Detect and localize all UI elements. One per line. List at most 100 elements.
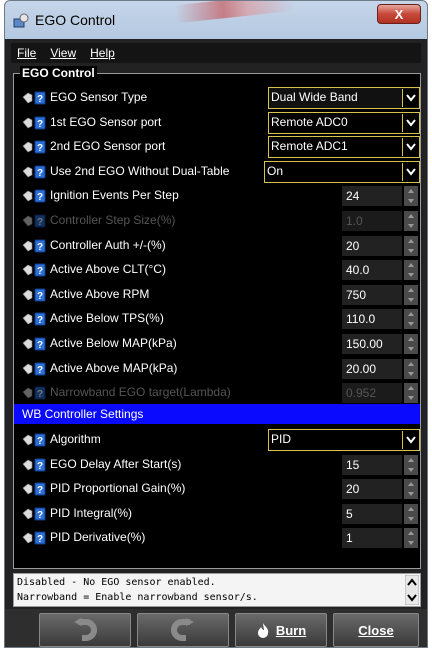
redo-button[interactable] (137, 613, 229, 647)
use-2nd-ego-without-dual-table-select[interactable]: On (264, 160, 420, 183)
setting-row-ignition-events-per-step: ? Ignition Events Per Step 24 (18, 184, 418, 208)
row-info-icons[interactable]: ? (22, 337, 46, 351)
pid-proportional-gain-spinner[interactable]: 20 (342, 479, 420, 500)
svg-text:?: ? (37, 94, 43, 105)
chevron-down-icon[interactable] (402, 431, 418, 449)
chevron-down-icon[interactable] (402, 162, 418, 181)
setting-label: Algorithm (50, 432, 101, 446)
chevron-down-icon[interactable] (402, 138, 418, 157)
row-info-icons[interactable]: ? (22, 458, 46, 472)
svg-text:?: ? (37, 168, 43, 179)
row-info-icons[interactable]: ? (22, 189, 46, 203)
ego-sensor-type-select[interactable]: Dual Wide Band (268, 87, 420, 109)
ignition-events-per-step-spinner[interactable]: 24 (342, 186, 420, 207)
row-info-icons[interactable]: ? (22, 507, 46, 521)
row-info-icons[interactable]: ? (22, 531, 46, 545)
controller-step-size-spinner[interactable]: 1.0 (342, 211, 420, 231)
spinner-value[interactable]: 15 (342, 454, 402, 475)
menu-file[interactable]: File (17, 46, 36, 60)
spinner-arrows-icon[interactable] (404, 284, 418, 305)
spinner-value[interactable]: 40.0 (342, 260, 402, 281)
setting-label: Use 2nd EGO Without Dual-Table (50, 163, 230, 178)
spinner-arrows-icon[interactable] (404, 334, 418, 354)
spinner-value[interactable]: 110.0 (342, 309, 402, 330)
spinner-value[interactable]: 150.00 (342, 334, 402, 354)
row-info-icons[interactable]: ? (22, 386, 46, 400)
setting-label: EGO Sensor Type (50, 90, 148, 104)
active-below-map-kpa-spinner[interactable]: 150.00 (342, 334, 420, 354)
row-info-icons[interactable]: ? (22, 140, 46, 154)
row-info-icons[interactable]: ? (22, 482, 46, 496)
menu-help[interactable]: Help (90, 46, 115, 60)
spinner-arrows-icon[interactable] (404, 309, 418, 330)
close-button[interactable]: Close (333, 613, 419, 647)
row-info-icons[interactable]: ? (22, 312, 46, 326)
row-info-icons[interactable]: ? (22, 288, 46, 302)
spinner-arrows-icon[interactable] (404, 503, 418, 524)
row-info-icons[interactable]: ? (22, 239, 46, 253)
pid-integral-spinner[interactable]: 5 (342, 503, 420, 524)
row-info-icons[interactable]: ? (22, 433, 46, 447)
setting-row-active-below-map-kpa: ? Active Below MAP(kPa) 150.00 (18, 332, 418, 356)
spinner-value[interactable]: 5 (342, 503, 402, 524)
algorithm-select[interactable]: PID (268, 429, 420, 451)
spinner-arrows-icon[interactable] (404, 358, 418, 379)
svg-text:?: ? (37, 436, 43, 447)
select-value: Dual Wide Band (271, 90, 358, 104)
svg-text:?: ? (37, 365, 43, 376)
spinner-value[interactable]: 20 (342, 235, 402, 256)
spinner-value[interactable]: 20 (342, 479, 402, 500)
status-scrollbar[interactable] (405, 575, 419, 605)
active-above-clt-c-spinner[interactable]: 40.0 (342, 260, 420, 281)
chevron-down-icon[interactable] (402, 113, 418, 132)
row-info-icons[interactable]: ? (22, 91, 46, 105)
ego-delay-after-start-s-spinner[interactable]: 15 (342, 454, 420, 475)
2nd-ego-sensor-port-select[interactable]: Remote ADC1 (268, 136, 420, 159)
window-close-button[interactable]: X (377, 4, 421, 24)
spinner-value[interactable]: 1.0 (342, 211, 402, 231)
setting-row-ego-sensor-type: ? EGO Sensor Type Dual Wide Band (18, 86, 420, 110)
select-value: Remote ADC1 (271, 139, 348, 154)
row-info-icons[interactable]: ? (22, 263, 46, 277)
row-info-icons[interactable]: ? (22, 165, 46, 179)
spinner-arrows-icon[interactable] (404, 186, 418, 207)
setting-label: Active Above RPM (50, 286, 150, 301)
active-above-map-kpa-spinner[interactable]: 20.00 (342, 358, 420, 379)
spinner-value[interactable]: 20.00 (342, 358, 402, 379)
setting-row-1st-ego-sensor-port: ? 1st EGO Sensor port Remote ADC0 (18, 111, 420, 135)
spinner-value[interactable]: 24 (342, 186, 402, 207)
spinner-arrows-icon[interactable] (404, 211, 418, 231)
setting-row-pid-proportional-gain: ? PID Proportional Gain(%) 20 (18, 477, 418, 501)
narrowband-ego-target-lambda-spinner[interactable]: 0.952 (342, 383, 420, 404)
1st-ego-sensor-port-select[interactable]: Remote ADC0 (268, 111, 420, 134)
spinner-value[interactable]: 1 (342, 528, 402, 549)
setting-row-2nd-ego-sensor-port: ? 2nd EGO Sensor port Remote ADC1 (18, 135, 420, 159)
spinner-arrows-icon[interactable] (404, 454, 418, 475)
pid-derivative-spinner[interactable]: 1 (342, 528, 420, 549)
setting-row-narrowband-ego-target-lambda: ? Narrowband EGO target(Lambda) 0.952 (18, 381, 418, 405)
setting-label: PID Derivative(%) (50, 530, 146, 545)
spinner-arrows-icon[interactable] (404, 260, 418, 281)
row-info-icons[interactable]: ? (22, 362, 46, 376)
undo-button[interactable] (39, 613, 131, 647)
setting-row-pid-integral: ? PID Integral(%) 5 (18, 502, 418, 526)
controller-auth-spinner[interactable]: 20 (342, 235, 420, 256)
spinner-value[interactable]: 0.952 (342, 383, 402, 404)
spinner-arrows-icon[interactable] (404, 383, 418, 404)
setting-label: EGO Delay After Start(s) (50, 456, 182, 471)
spinner-arrows-icon[interactable] (404, 479, 418, 500)
active-below-tps-spinner[interactable]: 110.0 (342, 309, 420, 330)
spinner-value[interactable]: 750 (342, 284, 402, 305)
spinner-arrows-icon[interactable] (404, 235, 418, 256)
chevron-down-icon[interactable] (402, 89, 418, 107)
window-title: EGO Control (35, 12, 116, 28)
active-above-rpm-spinner[interactable]: 750 (342, 284, 420, 305)
svg-text:?: ? (37, 389, 43, 400)
setting-row-active-above-map-kpa: ? Active Above MAP(kPa) 20.00 (18, 357, 418, 381)
row-info-icons[interactable]: ? (22, 214, 46, 228)
burn-button[interactable]: Burn (235, 613, 327, 647)
title-bar[interactable]: EGO Control X (5, 1, 427, 39)
spinner-arrows-icon[interactable] (404, 528, 418, 549)
row-info-icons[interactable]: ? (22, 116, 46, 130)
menu-view[interactable]: View (50, 46, 76, 60)
